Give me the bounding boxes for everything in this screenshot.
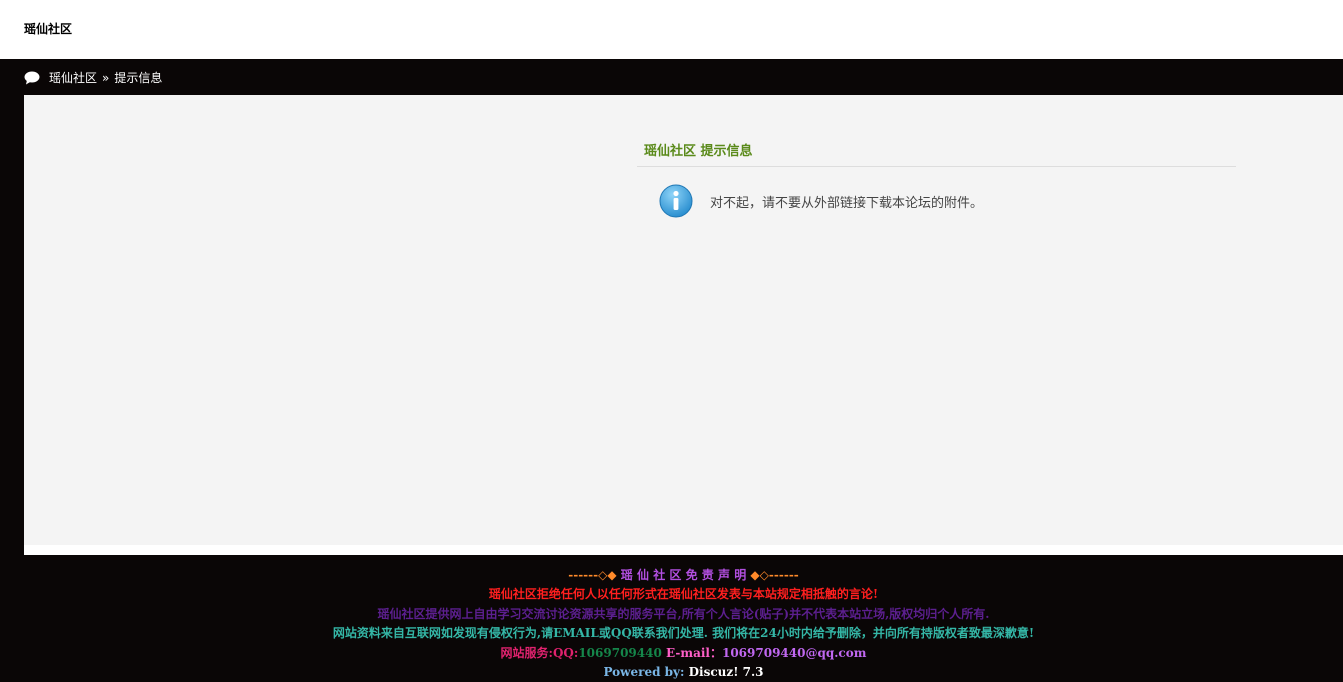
site-title-link[interactable]: 瑶仙社区: [24, 20, 72, 37]
content-bottom-strip: [24, 545, 1343, 555]
message-body: 对不起，请不要从外部链接下载本论坛的附件。: [637, 184, 1236, 218]
breadcrumb-current: 提示信息: [114, 71, 163, 85]
disclaimer-line-2: 瑶仙社区提供网上自由学习交流讨论资源共享的服务平台,所有个人言论(贴子)并不代表…: [377, 606, 990, 621]
disclaimer-line-3: 网站资料来自互联网如发现有侵权行为,请EMAIL或QQ联系我们处理. 我们将在2…: [332, 626, 1035, 641]
service-qq: 1069709440: [578, 645, 662, 660]
breadcrumb-separator: »: [102, 70, 110, 85]
info-icon: [659, 184, 693, 218]
disclaimer-title-text: ------◇◆ 瑶 仙 社 区 免 责 声 明 ◆◇------: [568, 568, 799, 582]
email-label: E-mail：: [666, 645, 722, 660]
message-box: 瑶仙社区 提示信息 对不起，请不要从外部链接下载本论坛的附件。: [637, 140, 1236, 218]
disclaimer-title: ------◇◆ 瑶 仙 社 区 免 责 声 明 ◆◇------: [24, 566, 1343, 585]
message-title: 瑶仙社区 提示信息: [637, 140, 1236, 167]
disclaimer-line-1: 瑶仙社区拒绝任何人以任何形式在瑶仙社区发表与本站规定相抵触的言论!: [488, 587, 879, 602]
breadcrumb: 瑶仙社区 » 提示信息: [24, 69, 162, 86]
powered-link[interactable]: Discuz! 7.3: [689, 665, 764, 679]
breadcrumb-home-link[interactable]: 瑶仙社区: [49, 69, 97, 86]
powered-by: Powered by: Discuz! 7.3: [24, 663, 1343, 682]
speech-bubble-icon: [24, 71, 40, 85]
breadcrumb-bar: 瑶仙社区 » 提示信息: [0, 59, 1343, 95]
header: 瑶仙社区: [0, 0, 1343, 59]
service-label: 网站服务:QQ:: [500, 645, 579, 660]
footer: ------◇◆ 瑶 仙 社 区 免 责 声 明 ◆◇------ 瑶仙社区拒绝…: [24, 566, 1343, 682]
main-content: 瑶仙社区 提示信息 对不起，请不要从外部链接下载本论坛的附件。: [24, 95, 1343, 545]
powered-label: Powered by:: [603, 665, 685, 680]
message-text: 对不起，请不要从外部链接下载本论坛的附件。: [710, 195, 984, 211]
contact-line: 网站服务:QQ:1069709440 E-mail：1069709440@qq.…: [24, 644, 1343, 663]
email-link[interactable]: 1069709440@qq.com: [722, 646, 866, 660]
